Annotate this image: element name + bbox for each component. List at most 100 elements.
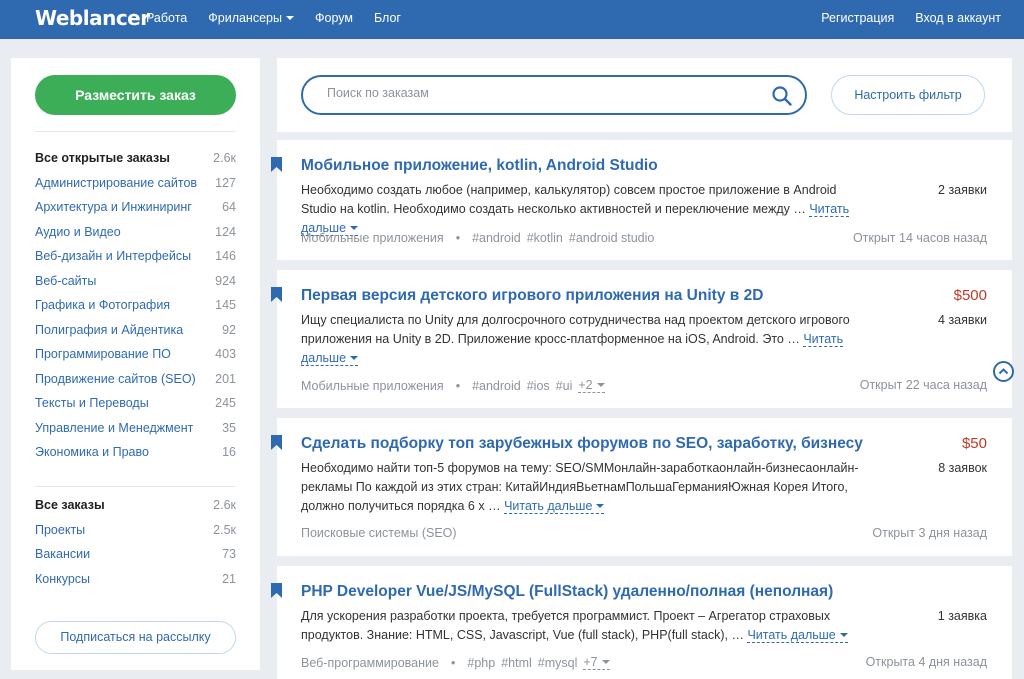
more-tags-count: +7 [583, 655, 598, 669]
sidebar-item-count: 403 [215, 347, 236, 361]
nav-freelancers[interactable]: Фрилансеры [208, 11, 294, 25]
sidebar-item-count: 73 [222, 547, 236, 561]
bookmark-icon[interactable] [271, 287, 282, 302]
order-description: Для ускорения разработки проекта, требуе… [301, 607, 871, 645]
order-bids: 4 заявки [938, 313, 987, 327]
sidebar-item-count: 201 [215, 371, 236, 386]
sidebar-item-label: Аудио и Видео [35, 224, 121, 239]
auth-links: Регистрация Вход в аккаунт [800, 11, 1001, 25]
order-time: Открыт 22 часа назад [859, 378, 987, 392]
order-description-text: Необходимо создать любое (например, каль… [301, 183, 837, 216]
sidebar-item[interactable]: Управление и Менеджмент 35 [35, 416, 236, 441]
filter-button[interactable]: Настроить фильтр [831, 75, 985, 115]
sidebar-item-label: Веб-дизайн и Интерфейсы [35, 249, 192, 263]
more-tags-toggle[interactable]: +7 [583, 655, 610, 670]
logo[interactable]: Weblancer [35, 6, 150, 30]
order-price: $50 [961, 435, 987, 452]
register-link[interactable]: Регистрация [821, 11, 894, 25]
order-category[interactable]: Мобильные приложения [301, 379, 444, 393]
order-meta: Поисковые системы (SEO) [301, 526, 457, 540]
order-category[interactable]: Поисковые системы (SEO) [301, 526, 457, 540]
tag[interactable]: #ui [556, 379, 573, 393]
sidebar-item-label: Конкурсы [35, 571, 91, 586]
order-meta: Мобильные приложения • #android #ios #ui +2 [301, 378, 605, 393]
tag[interactable]: #android [472, 231, 521, 245]
sidebar-item-count: 245 [215, 396, 236, 410]
divider [35, 486, 236, 487]
tag[interactable]: #ios [527, 379, 550, 393]
sidebar-item-label: Полиграфия и Айдентика [35, 322, 184, 337]
tag[interactable]: #kotlin [527, 231, 563, 245]
sidebar-item-label: Экономика и Право [35, 445, 149, 459]
sidebar-item[interactable]: Тексты и Переводы 245 [35, 391, 236, 416]
chevron-down-icon [601, 660, 610, 664]
sidebar: Разместить заказ Все открытые заказы 2.6… [11, 58, 260, 670]
read-more-link[interactable]: Читать дальше [747, 628, 848, 643]
open-orders-header[interactable]: Все открытые заказы 2.6к [35, 146, 236, 171]
sidebar-item-label: Графика и Фотография [35, 298, 171, 312]
search-icon[interactable] [771, 85, 793, 107]
order-time: Открыт 3 дня назад [872, 526, 987, 540]
chevron-down-icon [285, 16, 294, 20]
sidebar-item[interactable]: Вакансии 73 [35, 542, 236, 567]
search-input[interactable] [327, 86, 747, 100]
scroll-top-button[interactable] [993, 361, 1014, 382]
sidebar-item[interactable]: Проекты 2.5к [35, 518, 236, 543]
login-link[interactable]: Вход в аккаунт [915, 11, 1001, 25]
more-tags-count: +2 [578, 378, 593, 392]
bookmark-icon[interactable] [271, 157, 282, 172]
bookmark-icon[interactable] [271, 583, 282, 598]
nav-work[interactable]: Работа [146, 11, 187, 25]
sidebar-item-count: 924 [215, 273, 236, 288]
tag[interactable]: #android [472, 379, 521, 393]
order-meta: Мобильные приложения • #android #kotlin #and… [301, 231, 660, 245]
nav-blog[interactable]: Блог [374, 11, 401, 25]
order-title[interactable]: Первая версия детского игрового приложен… [301, 287, 763, 305]
sidebar-item[interactable]: Продвижение сайтов (SEO) 201 [35, 367, 236, 392]
sidebar-item-label: Управление и Менеджмент [35, 420, 194, 435]
order-description: Необходимо создать любое (например, каль… [301, 181, 871, 238]
sidebar-item-count: 2.5к [213, 522, 236, 537]
bookmark-icon[interactable] [271, 435, 282, 450]
sidebar-item[interactable]: Графика и Фотография 145 [35, 293, 236, 318]
sidebar-item[interactable]: Полиграфия и Айдентика 92 [35, 318, 236, 343]
all-orders-count: 2.6к [213, 498, 236, 512]
separator-dot: • [450, 655, 456, 670]
more-tags-toggle[interactable]: +2 [578, 378, 605, 393]
sidebar-item[interactable]: Веб-сайты 924 [35, 269, 236, 294]
nav-forum[interactable]: Форум [315, 11, 353, 25]
sidebar-item[interactable]: Экономика и Право 16 [35, 440, 236, 465]
order-description: Необходимо найти топ-5 форумов на тему: … [301, 459, 871, 516]
main-nav: Работа Фрилансеры Форум Блог [146, 11, 422, 25]
sidebar-item[interactable]: Веб-дизайн и Интерфейсы 146 [35, 244, 236, 269]
tag[interactable]: #php [467, 656, 495, 670]
order-title[interactable]: Мобильное приложение, kotlin, Android St… [301, 157, 658, 175]
scroll-top-icon [998, 368, 1009, 375]
subscribe-button[interactable]: Подписаться на рассылку [35, 621, 236, 654]
order-card: Первая версия детского игрового приложен… [271, 270, 1012, 408]
sidebar-item[interactable]: Программирование ПО 403 [35, 342, 236, 367]
sidebar-item[interactable]: Аудио и Видео 124 [35, 220, 236, 245]
order-title[interactable]: PHP Developer Vue/JS/MySQL (FullStack) у… [301, 583, 833, 601]
order-bids: 2 заявки [938, 183, 987, 197]
read-more-link[interactable]: Читать дальше [504, 499, 605, 514]
tag[interactable]: #mysql [538, 656, 578, 670]
search-box[interactable] [301, 75, 807, 115]
sidebar-item-label: Веб-сайты [35, 273, 97, 288]
sidebar-item-label: Проекты [35, 522, 86, 537]
sidebar-item-count: 21 [222, 571, 236, 586]
all-orders-header[interactable]: Все заказы 2.6к [35, 493, 236, 518]
tag[interactable]: #android studio [569, 231, 654, 245]
order-title[interactable]: Сделать подборку топ зарубежных форумов … [301, 435, 863, 453]
post-order-button[interactable]: Разместить заказ [35, 75, 236, 115]
sidebar-item[interactable]: Администрирование сайтов 127 [35, 171, 236, 196]
order-category[interactable]: Мобильные приложения [301, 231, 444, 245]
sidebar-item-label: Архитектура и Инжиниринг [35, 200, 192, 214]
sidebar-item-count: 127 [215, 175, 236, 190]
tag[interactable]: #html [501, 656, 532, 670]
sidebar-item[interactable]: Архитектура и Инжиниринг 64 [35, 195, 236, 220]
sidebar-item[interactable]: Конкурсы 21 [35, 567, 236, 592]
order-description-text: Ищу специалиста по Unity для долгосрочно… [301, 313, 850, 346]
chevron-down-icon [839, 633, 848, 637]
order-category[interactable]: Веб-программирование [301, 656, 439, 670]
